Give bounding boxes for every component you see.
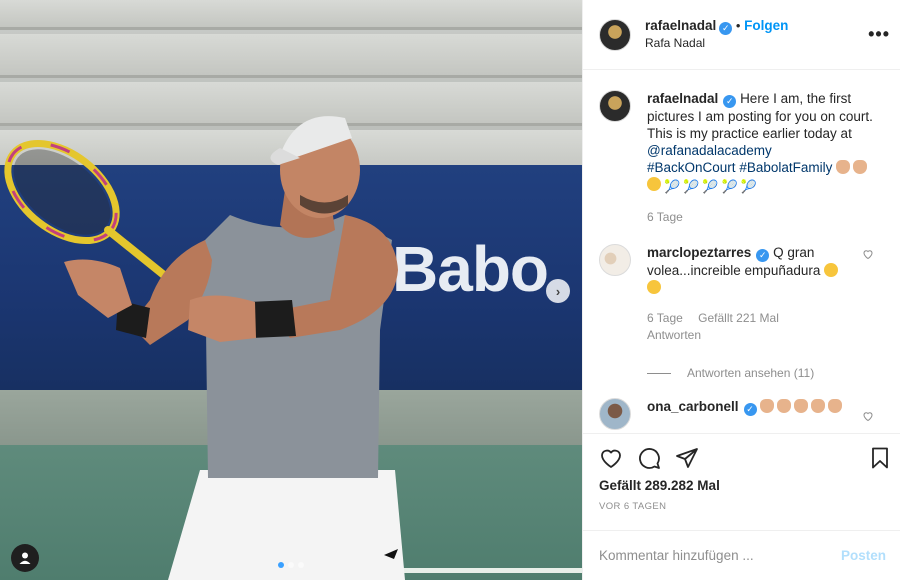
comment-likes[interactable]: Gefällt 221 Mal <box>698 311 779 325</box>
muscle-emoji-icon <box>836 160 851 174</box>
racket-emoji-icon: 🎾 <box>702 179 719 194</box>
post-actions: Gefällt 289.282 Mal VOR 6 TAGEN <box>583 433 900 530</box>
comment-username[interactable]: ona_carbonell <box>647 399 739 414</box>
racket-emoji-icon: 🎾 <box>740 179 757 194</box>
like-comment-heart-icon[interactable] <box>862 248 874 260</box>
comment-button[interactable] <box>637 446 661 470</box>
comment-input[interactable] <box>599 548 841 563</box>
hashtag-link[interactable]: #BackOnCourt <box>647 160 736 175</box>
caption-meta: 6 Tage <box>647 209 884 226</box>
view-replies-button[interactable]: Antworten ansehen (11) <box>647 366 884 380</box>
right-wristband <box>250 300 296 338</box>
avatar[interactable] <box>599 398 631 430</box>
avatar[interactable] <box>599 244 631 276</box>
tagged-users-button[interactable] <box>11 544 39 572</box>
hashtag-link[interactable]: #BabolatFamily <box>739 160 832 175</box>
racket-emoji-icon: 🎾 <box>664 179 681 194</box>
kiss-emoji-icon <box>824 263 839 277</box>
comment: ona_carbonell ✓ <box>599 398 884 430</box>
caption-time: 6 Tage <box>647 210 683 224</box>
comment-bubble-icon <box>639 448 660 469</box>
racket-emoji-icon: 🎾 <box>683 179 700 194</box>
view-replies-label: Antworten ansehen (11) <box>687 366 815 380</box>
like-comment-heart-icon[interactable] <box>862 410 874 422</box>
action-icons <box>599 444 884 472</box>
likes-count[interactable]: Gefällt 289.282 Mal <box>599 478 884 493</box>
bookmark-icon <box>872 447 888 469</box>
comments-list[interactable]: rafaelnadal ✓ Here I am, the first pictur… <box>583 70 900 433</box>
comment-username[interactable]: marclopeztarres <box>647 245 751 260</box>
avatar[interactable] <box>599 18 631 51</box>
chevron-right-icon: › <box>555 283 561 299</box>
carousel-dot <box>288 562 294 568</box>
caption: rafaelnadal ✓ Here I am, the first pictur… <box>599 90 884 226</box>
instagram-post: Babo › rafaelnadal ✓ • Folgen Rafa Nadal… <box>0 0 900 580</box>
reply-button[interactable]: Antworten <box>647 327 884 344</box>
clap-emoji-icon <box>811 399 826 413</box>
carousel-dots <box>278 562 304 568</box>
muscle-emoji-icon <box>853 160 868 174</box>
more-options-icon[interactable]: ••• <box>868 24 890 45</box>
user-tag-icon <box>19 552 31 564</box>
verified-badge-icon: ✓ <box>756 249 770 262</box>
clap-emoji-icon <box>760 399 775 413</box>
comment-meta: 6 Tage Gefällt 221 Mal <box>647 310 884 327</box>
post-comment-button[interactable]: Posten <box>841 548 886 563</box>
carousel-dot <box>298 562 304 568</box>
comment: marclopeztarres ✓ Q gran volea...increibl… <box>599 244 884 344</box>
header-username[interactable]: rafaelnadal <box>645 18 716 33</box>
avatar[interactable] <box>599 90 631 122</box>
smile-emoji-icon <box>647 177 661 191</box>
like-button[interactable] <box>599 446 623 470</box>
mention-link[interactable]: @rafanadalacademy <box>647 143 772 158</box>
verified-badge-icon: ✓ <box>719 22 733 35</box>
add-comment-bar: Posten <box>583 530 900 580</box>
follow-button[interactable]: Folgen <box>744 18 788 33</box>
caption-body: rafaelnadal ✓ Here I am, the first pictur… <box>647 90 884 226</box>
post-photo[interactable]: Babo › <box>0 0 582 580</box>
post-details-panel: rafaelnadal ✓ • Folgen Rafa Nadal ••• raf… <box>582 0 900 580</box>
post-header: rafaelnadal ✓ • Folgen Rafa Nadal ••• <box>583 0 900 70</box>
carousel-dot <box>278 562 284 568</box>
share-button[interactable] <box>675 446 699 470</box>
verified-badge-icon: ✓ <box>723 95 737 108</box>
post-timestamp[interactable]: VOR 6 TAGEN <box>599 501 884 512</box>
clap-emoji-icon <box>794 399 809 413</box>
caption-username[interactable]: rafaelnadal <box>647 91 718 106</box>
racket-emoji-icon: 🎾 <box>721 179 738 194</box>
muscle-emoji-icon <box>828 399 843 413</box>
divider <box>647 372 671 374</box>
header-separator: • <box>735 18 741 33</box>
heart-icon <box>601 449 621 468</box>
clap-emoji-icon <box>777 399 792 413</box>
tennis-player-illustration <box>4 116 405 580</box>
verified-badge-icon: ✓ <box>743 403 757 416</box>
save-post-button[interactable] <box>868 446 892 473</box>
paper-plane-icon <box>676 448 698 468</box>
header-display-name: Rafa Nadal <box>645 36 706 50</box>
header-text: rafaelnadal ✓ • Folgen Rafa Nadal <box>645 18 788 51</box>
caption-text: This is my practice earlier today at <box>647 126 852 141</box>
comment-body: ona_carbonell ✓ <box>647 398 884 430</box>
comment-time: 6 Tage <box>647 311 683 325</box>
comment-body: marclopeztarres ✓ Q gran volea...increibl… <box>647 244 884 344</box>
next-photo-button[interactable]: › <box>546 279 570 303</box>
yum-emoji-icon <box>647 280 661 294</box>
